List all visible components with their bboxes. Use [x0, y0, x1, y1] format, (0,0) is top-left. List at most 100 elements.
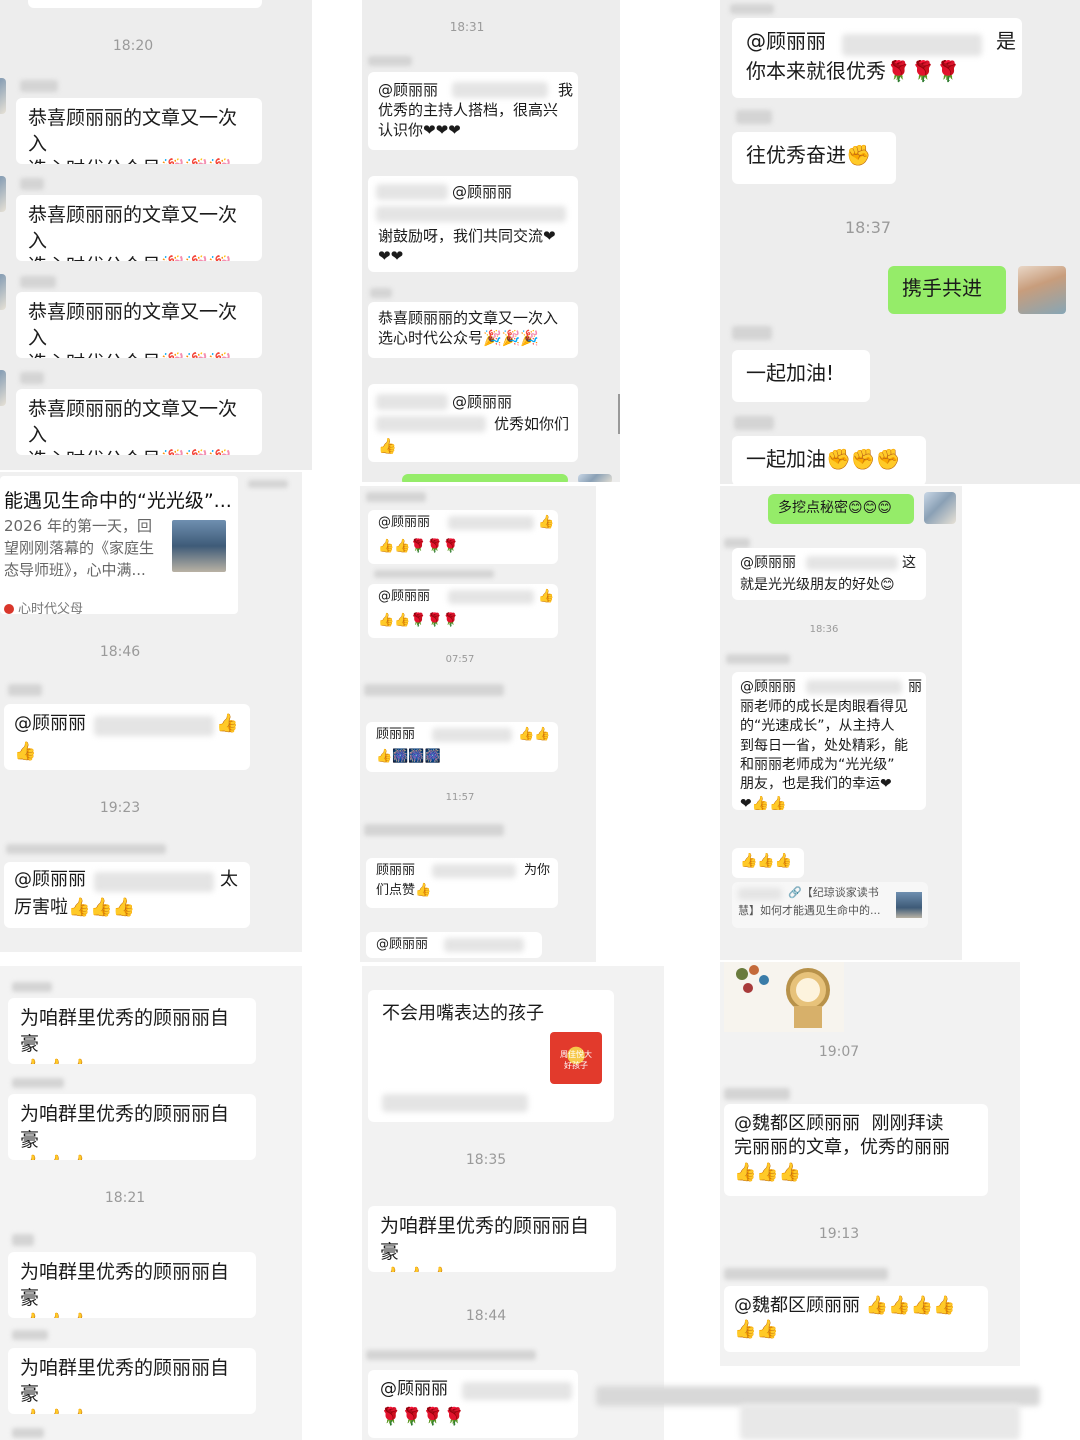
message-bubble[interactable]: @魏都区顾丽丽 👍👍👍👍 👍👍 [724, 1286, 988, 1352]
message-bubble[interactable]: @顾丽丽 我 优秀的主持人搭档，很高兴 认识你❤❤❤ [368, 72, 578, 150]
message-bubble[interactable]: @顾丽丽 谢鼓励呀，我们共同交流❤ ❤❤ [368, 176, 578, 272]
timestamp: 18:31 [449, 20, 485, 34]
chat-panel-3[interactable]: 为咱群里优秀的顾丽丽自豪 👍👍👍 为咱群里优秀的顾丽丽自豪 👍👍👍 18:21 … [0, 966, 302, 1440]
message-text: 👍👍👍 [740, 853, 793, 869]
message-bubble[interactable]: @顾丽丽 这 就是光光级朋友的好处😊 [732, 548, 926, 600]
sender-name-blurred [12, 1428, 44, 1438]
message-text: 丽 [908, 679, 922, 695]
link-message[interactable]: 🔗【纪琼谈家读书 慧】如何才能遇见生命中的... [732, 882, 928, 928]
thumbs-up-icon: 👍 [538, 589, 555, 604]
message-bubble[interactable]: @顾丽丽 优秀如你们 👍 [368, 384, 578, 462]
sender-name-blurred [724, 538, 750, 548]
message-bubble[interactable]: @顾丽丽 是 你本来就很优秀🌹🌹🌹 [732, 18, 1022, 98]
redacted-text [448, 516, 534, 530]
message-bubble[interactable]: @顾丽丽 👍 👍 [4, 704, 250, 770]
message-bubble[interactable]: @魏都区顾丽丽 刚刚拜读 完丽丽的文章，优秀的丽丽 👍👍👍 [724, 1104, 988, 1196]
message-text: 恭喜顾丽丽的文章又一次入 选心时代公众号🎉🎉🎉 [28, 398, 238, 455]
message-text: 这 [902, 555, 916, 571]
shared-image[interactable] [724, 962, 844, 1032]
self-message-bubble[interactable]: 携手共进 [888, 266, 1006, 314]
message-bubble[interactable]: 往优秀奋进✊ [732, 132, 896, 184]
avatar[interactable] [1018, 266, 1066, 314]
message-bubble[interactable]: 为咱群里优秀的顾丽丽自豪 👍👍👍 [8, 998, 256, 1064]
chat-panel-1[interactable]: 18:20 恭喜顾丽丽的文章又一次入 选心时代公众号🎉🎉🎉 恭喜顾丽丽的文章又一… [0, 0, 312, 470]
chat-panel-5[interactable]: @顾丽丽 👍 👍👍🌹🌹🌹 @顾丽丽 👍 👍👍🌹🌹🌹 07:57 顾丽丽 👍👍 👍… [360, 486, 596, 962]
message-bubble[interactable]: 为咱群里优秀的顾丽丽自豪 👍👍👍 [8, 1252, 256, 1318]
thumbs-up-icon: 👍👍 [518, 727, 551, 742]
message-text: 恭喜顾丽丽的文章又一次入 选心时代公众号🎉🎉🎉 [378, 309, 559, 348]
avatar[interactable] [0, 370, 6, 406]
sender-name-blurred [724, 1268, 888, 1280]
source-logo-icon [4, 604, 14, 614]
message-bubble[interactable]: 恭喜顾丽丽的文章又一次入 选心时代公众号🎉🎉🎉 [16, 389, 262, 455]
redacted-text [842, 34, 982, 56]
sender-name-blurred [6, 844, 166, 854]
mention-text: @顾丽丽 [746, 29, 826, 53]
message-bubble[interactable]: 👍👍👍 [732, 848, 804, 878]
scrollbar[interactable] [618, 394, 620, 434]
message-text: 你本来就很优秀🌹🌹🌹 [746, 59, 961, 83]
message-bubble[interactable]: @顾丽丽 丽 丽老师的成长是肉眼看得见 的“光速成长”，从主持人 到每日一省，处… [732, 672, 926, 810]
avatar[interactable] [0, 78, 6, 114]
message-bubble[interactable]: 为咱群里优秀的顾丽丽自豪 👍👍👍 [8, 1094, 256, 1160]
redacted-strip [596, 1386, 1040, 1406]
message-bubble[interactable]: 恭喜顾丽丽的文章又一次入 选心时代公众号🎉🎉🎉 [16, 98, 262, 164]
avatar[interactable] [0, 274, 6, 310]
chat-panel-2[interactable]: 能遇见生命中的“光光级”... 2026 年的第一天，回望刚刚落幕的《家庭生态导… [0, 472, 302, 952]
sender-name-blurred [12, 1078, 64, 1088]
self-message-bubble[interactable] [402, 474, 568, 482]
redacted-text [94, 872, 214, 892]
timestamp: 19:07 [818, 1044, 860, 1060]
avatar[interactable] [578, 474, 612, 482]
timestamp: 18:20 [112, 38, 154, 54]
self-message-bubble[interactable]: 多挖点秘密😊😊😊 [768, 494, 914, 524]
message-bubble[interactable]: 顾丽丽 👍👍 👍🎆🎆🎆 [366, 722, 558, 772]
message-bubble[interactable]: @顾丽丽 [366, 932, 542, 958]
message-text: 恭喜顾丽丽的文章又一次入 选心时代公众号🎉🎉🎉 [28, 107, 238, 164]
redacted-strip [740, 1404, 1020, 1440]
message-bubble[interactable]: @顾丽丽 👍 👍👍🌹🌹🌹 [368, 510, 558, 564]
mention-text: @顾丽丽 [452, 393, 513, 411]
message-bubble[interactable]: @顾丽丽 👍 👍👍🌹🌹🌹 [368, 584, 558, 638]
message-bubble[interactable]: @顾丽丽 🌹🌹🌹🌹 [368, 1370, 578, 1438]
chat-panel-4[interactable]: 18:31 @顾丽丽 我 优秀的主持人搭档，很高兴 认识你❤❤❤ @顾丽丽 谢鼓… [362, 0, 620, 482]
sender-name: 顾丽丽 [376, 863, 416, 878]
article-card[interactable]: 能遇见生命中的“光光级”... 2026 年的第一天，回望刚刚落幕的《家庭生态导… [0, 476, 238, 617]
message-text: 恭喜顾丽丽的文章又一次入 选心时代公众号🎉🎉🎉 [28, 301, 238, 358]
message-text: @魏都区顾丽丽 👍👍👍👍 👍👍 [734, 1295, 956, 1341]
avatar[interactable] [924, 492, 956, 524]
message-bubble[interactable] [28, 0, 262, 8]
message-bubble[interactable]: 为咱群里优秀的顾丽丽自豪 👍👍👍 [368, 1206, 616, 1272]
message-bubble[interactable]: 一起加油✊✊✊ [732, 436, 926, 484]
message-bubble[interactable]: @顾丽丽 太 厉害啦👍👍👍 [4, 862, 250, 928]
redacted-text [444, 938, 524, 952]
chat-panel-9[interactable]: 19:07 @魏都区顾丽丽 刚刚拜读 完丽丽的文章，优秀的丽丽 👍👍👍 19:1… [720, 962, 1020, 1366]
chat-panel-7[interactable]: @顾丽丽 是 你本来就很优秀🌹🌹🌹 往优秀奋进✊ 18:37 携手共进 一起加油… [720, 0, 1080, 484]
message-bubble[interactable]: 为咱群里优秀的顾丽丽自豪 👍👍👍 [8, 1348, 256, 1414]
message-bubble[interactable]: 恭喜顾丽丽的文章又一次入 选心时代公众号🎉🎉🎉 [16, 292, 262, 358]
shared-image[interactable]: 周佳悦大 好孩子 [550, 1032, 602, 1084]
redacted-text [382, 1094, 528, 1112]
message-bubble[interactable]: 恭喜顾丽丽的文章又一次入 选心时代公众号🎉🎉🎉 [368, 302, 578, 358]
chat-panel-8[interactable]: 多挖点秘密😊😊😊 @顾丽丽 这 就是光光级朋友的好处😊 18:36 @顾丽丽 丽… [720, 486, 962, 960]
message-text: 🌹🌹🌹🌹 [380, 1407, 465, 1427]
message-text: 我 [558, 81, 574, 99]
message-bubble[interactable]: 恭喜顾丽丽的文章又一次入 选心时代公众号🎉🎉🎉 [16, 195, 262, 261]
redacted-text [432, 864, 516, 878]
chat-panel-6[interactable]: 不会用嘴表达的孩子 周佳悦大 好孩子 18:35 为咱群里优秀的顾丽丽自豪 👍👍… [362, 966, 664, 1440]
mention-text: @顾丽丽 [380, 1379, 448, 1399]
message-bubble[interactable]: 顾丽丽 为你 们点赞👍 [366, 858, 558, 908]
timestamp: 18:21 [104, 1190, 146, 1206]
sender-name-blurred [370, 288, 392, 298]
sender-name-blurred [20, 372, 44, 384]
mention-text: @顾丽丽 [14, 869, 86, 890]
timestamp: 19:13 [818, 1226, 860, 1242]
redacted-text [94, 716, 214, 736]
message-bubble[interactable]: 不会用嘴表达的孩子 周佳悦大 好孩子 [368, 990, 614, 1122]
message-bubble[interactable]: 一起加油! [732, 350, 870, 402]
message-text: 厉害啦👍👍👍 [14, 897, 136, 918]
mention-text: @顾丽丽 [378, 81, 439, 99]
timestamp: 18:36 [809, 624, 839, 635]
message-text: 👍👍🌹🌹🌹 [378, 613, 459, 628]
avatar[interactable] [0, 176, 6, 212]
